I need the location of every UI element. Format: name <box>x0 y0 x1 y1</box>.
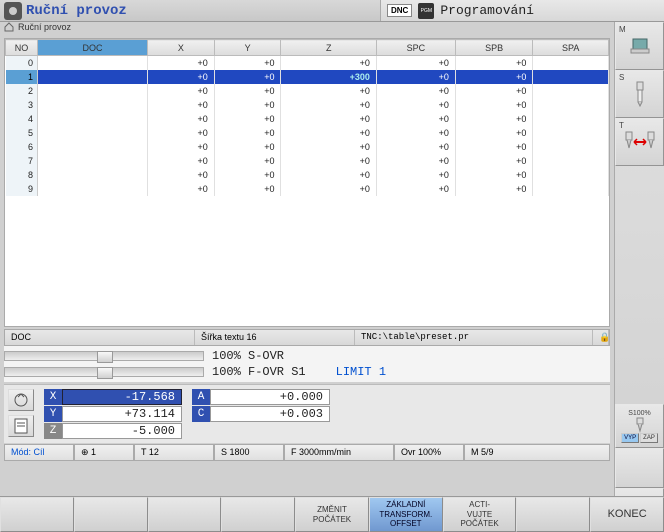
col-x[interactable]: X <box>148 40 215 56</box>
limit-text: LIMIT 1 <box>336 365 386 379</box>
subtitle: Ruční provoz <box>18 22 71 32</box>
midbar-sitka: Šířka textu 16 <box>195 330 355 345</box>
tool-change-icon <box>623 128 657 156</box>
status-feed: F 3000mm/min <box>284 444 394 461</box>
axis-a-label: A <box>192 389 210 405</box>
status-tool: T 12 <box>134 444 214 461</box>
col-no[interactable]: NO <box>6 40 38 56</box>
softkey-3[interactable] <box>148 497 222 532</box>
side-m-button[interactable]: M <box>615 22 664 70</box>
status-spindle: S 1800 <box>214 444 284 461</box>
table-row[interactable]: 4+0+0+0+0+0 <box>6 112 609 126</box>
table-row[interactable]: 0+0+0+0+0+0 <box>6 56 609 70</box>
lock-icon: 🔒 <box>593 330 609 345</box>
table-row[interactable]: 6+0+0+0+0+0 <box>6 140 609 154</box>
side-empty-button[interactable] <box>615 448 664 488</box>
machine-icon <box>627 33 653 59</box>
side-s100-button[interactable]: S100% VYP ZAP <box>615 404 664 448</box>
position-block: X-17.568 Y+73.114 Z-5.000 A+0.000 C+0.00… <box>4 384 610 443</box>
s-ovr-text: 100% S-OVR <box>212 349 284 363</box>
midbar: DOC Šířka textu 16 TNC:\table\preset.pr … <box>4 329 610 346</box>
midbar-doc: DOC <box>5 330 195 345</box>
axis-x-value[interactable]: -17.568 <box>62 389 182 405</box>
title-main: Ruční provoz <box>26 3 127 19</box>
col-spa[interactable]: SPA <box>533 40 609 56</box>
axis-y-label: Y <box>44 406 62 422</box>
status-row: Mód: Cíl ⊕ 1 T 12 S 1800 F 3000mm/min Ov… <box>4 444 610 461</box>
s-zap-button[interactable]: ZAP <box>640 433 658 443</box>
axis-a-value[interactable]: +0.000 <box>210 389 330 405</box>
side-s-button[interactable]: S <box>615 70 664 118</box>
softkey-1[interactable] <box>0 497 74 532</box>
preset-table[interactable]: NODOCXYZSPCSPBSPA 0+0+0+0+0+01+0+0+300+0… <box>4 38 610 327</box>
softkey-4[interactable] <box>221 497 295 532</box>
col-spb[interactable]: SPB <box>455 40 533 56</box>
softkey-5[interactable]: ZMĚNITPOČÁTEK <box>295 497 369 532</box>
f-ovr-text: 100% F-OVR S1 <box>212 365 306 379</box>
title-right: Programování <box>440 3 534 18</box>
header: Ruční provoz DNC PGM Programování <box>0 0 664 22</box>
col-doc[interactable]: DOC <box>38 40 148 56</box>
status-preset: ⊕ 1 <box>74 444 134 461</box>
dnc-badge: DNC <box>387 4 412 17</box>
status-ovr: Ovr 100% <box>394 444 464 461</box>
cycle-icon <box>9 390 33 410</box>
table-row[interactable]: 5+0+0+0+0+0 <box>6 126 609 140</box>
mode-icon <box>4 2 22 20</box>
table-row[interactable]: 3+0+0+0+0+0 <box>6 98 609 112</box>
table-row[interactable]: 8+0+0+0+0+0 <box>6 168 609 182</box>
table-row[interactable]: 7+0+0+0+0+0 <box>6 154 609 168</box>
axis-c-value[interactable]: +0.003 <box>210 406 330 422</box>
spindle-icon <box>630 80 650 108</box>
col-z[interactable]: Z <box>281 40 376 56</box>
cycle-button-1[interactable] <box>8 389 34 411</box>
s-vyp-button[interactable]: VYP <box>621 433 639 443</box>
axis-z-value[interactable]: -5.000 <box>62 423 182 439</box>
main: NODOCXYZSPCSPBSPA 0+0+0+0+0+01+0+0+300+0… <box>0 36 614 496</box>
softkey-2[interactable] <box>74 497 148 532</box>
softkey-9[interactable]: KONEC <box>590 497 664 532</box>
axis-c-label: C <box>192 406 210 422</box>
override-block: 100% S-OVR 100% F-OVR S1 LIMIT 1 <box>4 346 610 382</box>
right-sidebar: M S T S100% VYP ZAP F100% VYP ZAP <box>614 22 664 532</box>
axis-z-label: Z <box>44 423 62 439</box>
s-ovr-slider[interactable] <box>4 351 204 361</box>
col-y[interactable]: Y <box>214 40 281 56</box>
softkey-6[interactable]: ZÁKLADNÍTRANSFORM.OFFSET <box>369 497 443 532</box>
spindle-small-icon <box>633 417 647 433</box>
pgm-icon: PGM <box>418 3 434 19</box>
home-icon <box>4 22 14 32</box>
status-m: M 5/9 <box>464 444 610 461</box>
col-spc[interactable]: SPC <box>376 40 455 56</box>
axis-x-label: X <box>44 389 62 405</box>
side-t-button[interactable]: T <box>615 118 664 166</box>
f-ovr-slider[interactable] <box>4 367 204 377</box>
table-row[interactable]: 1+0+0+300+0+0 <box>6 70 609 84</box>
status-mode: Mód: Cíl <box>4 444 74 461</box>
midbar-path: TNC:\table\preset.pr <box>355 330 593 345</box>
doc-icon <box>9 416 33 436</box>
softkey-7[interactable]: ACTI-VUJTEPOČÁTEK <box>443 497 517 532</box>
cycle-button-2[interactable] <box>8 415 34 437</box>
table-row[interactable]: 2+0+0+0+0+0 <box>6 84 609 98</box>
table-row[interactable]: 9+0+0+0+0+0 <box>6 182 609 196</box>
axis-y-value[interactable]: +73.114 <box>62 406 182 422</box>
softkey-8[interactable] <box>516 497 590 532</box>
softkey-bar: ZMĚNITPOČÁTEK ZÁKLADNÍTRANSFORM.OFFSET A… <box>0 496 664 532</box>
